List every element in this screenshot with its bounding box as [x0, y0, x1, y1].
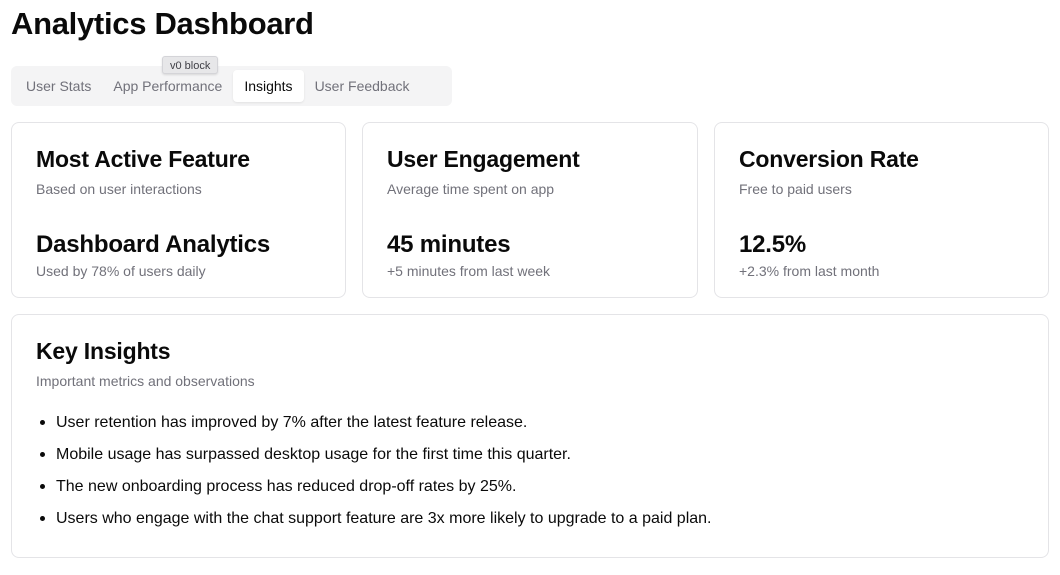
card-description: Average time spent on app — [387, 181, 555, 197]
bullet-icon — [40, 516, 45, 521]
list-item: The new onboarding process has reduced d… — [36, 477, 1024, 497]
list-item: Users who engage with the chat support f… — [36, 509, 1024, 529]
tab-insights[interactable]: Insights — [233, 70, 304, 102]
insight-text: The new onboarding process has reduced d… — [56, 478, 517, 495]
card-description: Based on user interactions — [36, 181, 202, 197]
insight-text: Users who engage with the chat support f… — [56, 510, 712, 527]
card-value: Dashboard Analytics — [36, 231, 271, 258]
tab-list: User Stats App Performance Insights User… — [11, 66, 452, 106]
card-user-engagement: User Engagement Average time spent on ap… — [362, 122, 698, 298]
tab-user-feedback[interactable]: User Feedback — [304, 70, 421, 102]
page-title: Analytics Dashboard — [11, 6, 314, 41]
dashboard-page: Analytics Dashboard User Stats App Perfo… — [0, 0, 1060, 575]
card-title: User Engagement — [387, 146, 580, 172]
list-item: Mobile usage has surpassed desktop usage… — [36, 445, 1024, 465]
card-subtext: +5 minutes from last week — [387, 263, 551, 279]
bullet-icon — [40, 484, 45, 489]
card-subtext: Used by 78% of users daily — [36, 263, 206, 279]
insight-text: User retention has improved by 7% after … — [56, 414, 528, 431]
tab-user-stats[interactable]: User Stats — [15, 70, 102, 102]
card-value: 12.5% — [739, 231, 807, 258]
bullet-icon — [40, 420, 45, 425]
card-description: Free to paid users — [739, 181, 852, 197]
key-insights-card: Key Insights Important metrics and obser… — [11, 314, 1049, 558]
card-conversion-rate: Conversion Rate Free to paid users 12.5%… — [714, 122, 1049, 298]
card-title: Conversion Rate — [739, 146, 919, 172]
v0-block-tooltip: v0 block — [162, 56, 219, 74]
insight-text: Mobile usage has surpassed desktop usage… — [56, 446, 571, 463]
insights-description: Important metrics and observations — [36, 373, 255, 389]
insights-title: Key Insights — [36, 338, 171, 364]
card-subtext: +2.3% from last month — [739, 263, 880, 279]
card-title: Most Active Feature — [36, 146, 250, 172]
insights-list: User retention has improved by 7% after … — [36, 413, 1024, 529]
tab-app-performance[interactable]: App Performance — [102, 70, 233, 102]
card-most-active-feature: Most Active Feature Based on user intera… — [11, 122, 346, 298]
bullet-icon — [40, 452, 45, 457]
list-item: User retention has improved by 7% after … — [36, 413, 1024, 433]
card-value: 45 minutes — [387, 231, 511, 258]
